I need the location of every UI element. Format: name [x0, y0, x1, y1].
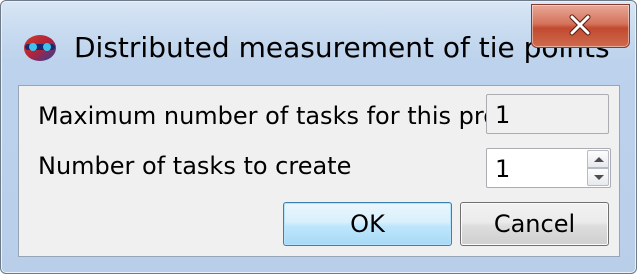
arrow-up-icon	[594, 157, 604, 162]
ok-button[interactable]: OK	[283, 202, 452, 246]
cancel-button[interactable]: Cancel	[460, 202, 609, 246]
app-icon	[22, 34, 58, 62]
max-tasks-label: Maximum number of tasks for this project	[38, 102, 542, 130]
max-tasks-field: 1	[486, 94, 609, 134]
spin-up-button[interactable]	[587, 150, 609, 168]
window-title: Distributed measurement of tie points	[74, 31, 610, 64]
spin-down-button[interactable]	[587, 168, 609, 186]
arrow-down-icon	[594, 175, 604, 180]
close-icon	[569, 14, 591, 36]
title-bar[interactable]: Distributed measurement of tie points	[1, 1, 636, 85]
max-tasks-value: 1	[495, 101, 511, 129]
tasks-to-create-input[interactable]	[495, 154, 575, 184]
spin-buttons	[587, 150, 609, 186]
tasks-to-create-label: Number of tasks to create	[38, 152, 352, 180]
dialog-body: Maximum number of tasks for this project…	[18, 85, 620, 257]
dialog-window: Distributed measurement of tie points Ma…	[0, 0, 637, 274]
tasks-to-create-spinbox[interactable]	[486, 148, 611, 188]
close-button[interactable]	[531, 4, 630, 48]
